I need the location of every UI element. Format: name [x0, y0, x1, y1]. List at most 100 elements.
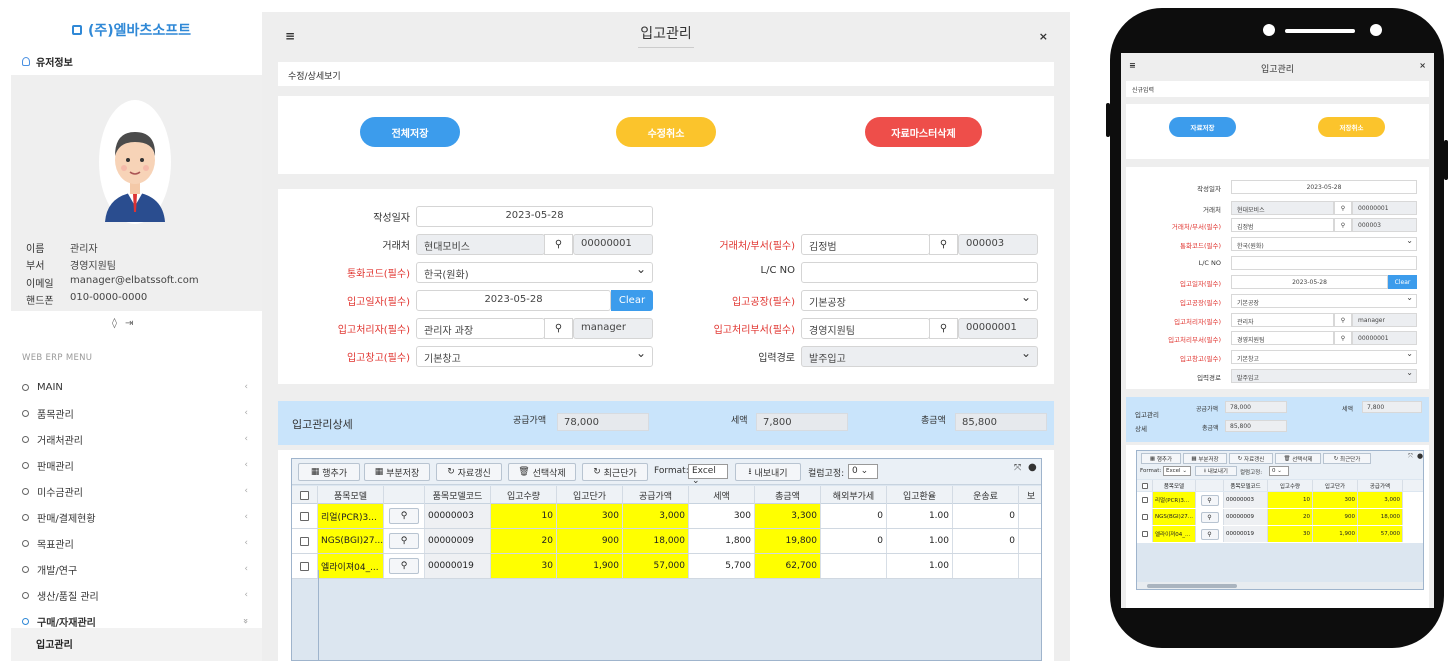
partial-save-button[interactable]: ▦ 부분저장 [364, 463, 430, 481]
cell-price[interactable]: 900 [557, 529, 623, 553]
phone-client-search[interactable]: ⚲ [1334, 201, 1352, 215]
cell-total[interactable]: 3,300 [755, 504, 821, 528]
cell-qty[interactable]: 30 [491, 554, 557, 578]
phone-export-button[interactable]: ⭳ 내보내기 [1195, 466, 1237, 476]
phone-client-dept-search[interactable]: ⚲ [1334, 218, 1352, 232]
cell-tax[interactable]: 5,700 [689, 554, 755, 578]
cell-overseas-vat[interactable] [821, 554, 887, 578]
table-row[interactable]: 리얼(PCR)3... ⚲ 00000003 10 300 3,000 300 … [292, 504, 1041, 529]
col-rate[interactable]: 입고환율 [887, 486, 953, 504]
cell-total[interactable]: 19,800 [755, 529, 821, 553]
phone-format-select[interactable]: Excel ⌄ [1163, 466, 1191, 476]
cell-overseas-vat[interactable]: 0 [821, 529, 887, 553]
col-model[interactable]: 품목모델 [318, 486, 384, 504]
phone-table-row[interactable]: NGS(BGI)27... ⚲ 00000009 20 900 18,000 [1137, 509, 1423, 526]
created-date-field[interactable]: 2023-05-28 [416, 206, 653, 227]
client-dept-search-button[interactable]: ⚲ [929, 234, 958, 255]
phone-cell-price[interactable]: 900 [1313, 509, 1358, 525]
route-select[interactable]: 발주입고 [801, 346, 1038, 367]
phone-add-row-button[interactable]: ▦ 행추가 [1141, 453, 1181, 464]
cancel-edit-button[interactable]: 수정취소 [616, 117, 716, 147]
delete-master-button[interactable]: 자료마스터삭제 [865, 117, 982, 147]
handler-dept-code-field[interactable]: 00000001 [958, 318, 1038, 339]
phone-cell-qty[interactable]: 10 [1268, 492, 1313, 508]
format-select[interactable]: Excel ⌄ [688, 464, 728, 486]
phone-col-price[interactable]: 입고단가 [1313, 480, 1358, 491]
phone-handler-code[interactable]: manager [1352, 313, 1417, 327]
handler-search-button[interactable]: ⚲ [544, 318, 573, 339]
cell-price[interactable]: 300 [557, 504, 623, 528]
row-search-button[interactable]: ⚲ [389, 558, 419, 574]
phone-cancel-button[interactable]: 저장취소 [1318, 117, 1385, 137]
phone-currency-select[interactable]: 한국(원화) [1231, 236, 1417, 251]
phone-handler-dept-code[interactable]: 00000001 [1352, 331, 1417, 345]
phone-handler-search[interactable]: ⚲ [1334, 313, 1352, 327]
phone-freeze-select[interactable]: 0 ⌄ [1269, 466, 1289, 476]
phone-cell-model[interactable]: 엘라이져04_... [1153, 526, 1196, 542]
cell-supply[interactable]: 3,000 [623, 504, 689, 528]
sidebar-item-clients[interactable]: 거래처관리 ‹ [22, 426, 250, 452]
col-qty[interactable]: 입고수량 [491, 486, 557, 504]
phone-minus-circle-icon[interactable]: ● [1417, 452, 1423, 460]
row-checkbox[interactable] [300, 561, 309, 571]
phone-col-code[interactable]: 품목모델코드 [1224, 480, 1268, 491]
cell-qty[interactable]: 20 [491, 529, 557, 553]
client-dept-name-field[interactable]: 김정범 [801, 234, 930, 255]
phone-cell-price[interactable]: 1,900 [1313, 526, 1358, 542]
col-supply[interactable]: 공급가액 [623, 486, 689, 504]
phone-cell-price[interactable]: 300 [1313, 492, 1358, 508]
phone-clear-button[interactable]: Clear [1388, 275, 1417, 289]
client-search-button[interactable]: ⚲ [544, 234, 573, 255]
phone-client-name[interactable]: 현대모비스 [1231, 201, 1334, 215]
col-overseas-vat[interactable]: 해외부가세 [821, 486, 887, 504]
phone-col-qty[interactable]: 입고수량 [1268, 480, 1313, 491]
phone-row-checkbox[interactable] [1141, 514, 1148, 520]
cell-rate[interactable]: 1.00 [887, 529, 953, 553]
phone-expand-icon[interactable]: ⤧ [1408, 453, 1413, 461]
table-row[interactable]: 엘라이져04_... ⚲ 00000019 30 1,900 57,000 5,… [292, 554, 1041, 579]
in-date-field[interactable]: 2023-05-28 [416, 290, 611, 311]
phone-cell-qty[interactable]: 30 [1268, 526, 1313, 542]
logout-icon[interactable]: ⇥ [125, 318, 133, 329]
phone-save-button[interactable]: 자료저장 [1169, 117, 1236, 137]
freeze-select[interactable]: 0 ⌄ [848, 464, 878, 479]
warehouse-select[interactable]: 기본창고 [416, 346, 653, 367]
cell-price[interactable]: 1,900 [557, 554, 623, 578]
col-tax[interactable]: 세액 [689, 486, 755, 504]
sidebar-item-sales[interactable]: 판매관리 ‹ [22, 452, 250, 478]
phone-client-dept-code[interactable]: 000003 [1352, 218, 1417, 232]
sidebar-item-sales-status[interactable]: 판매/결제현황 ‹ [22, 504, 250, 530]
col-more[interactable]: 보 [1019, 486, 1041, 504]
phone-in-date-field[interactable]: 2023-05-28 [1231, 275, 1388, 289]
client-code-field[interactable]: 00000001 [573, 234, 653, 255]
brand[interactable]: (주)엘바츠소프트 [72, 20, 191, 40]
phone-warehouse-select[interactable]: 기본창고 [1231, 349, 1417, 364]
phone-handler-name[interactable]: 관리자 [1231, 313, 1334, 327]
phone-client-dept-name[interactable]: 김정범 [1231, 218, 1334, 232]
handler-dept-search-button[interactable]: ⚲ [929, 318, 958, 339]
cell-freight[interactable]: 0 [953, 529, 1019, 553]
phone-row-checkbox[interactable] [1141, 497, 1148, 503]
handler-name-field[interactable]: 관리자 과장 [416, 318, 545, 339]
sidebar-item-goals[interactable]: 목표관리 ‹ [22, 530, 250, 556]
phone-refresh-button[interactable]: ↻ 자료갱신 [1229, 453, 1273, 464]
sidebar-item-production[interactable]: 생산/품질 관리 ‹ [22, 582, 250, 608]
col-freight[interactable]: 운송료 [953, 486, 1019, 504]
theme-icon[interactable]: ◊ [112, 318, 117, 329]
phone-client-code[interactable]: 00000001 [1352, 201, 1417, 215]
phone-col-model[interactable]: 품목모델 [1153, 480, 1196, 491]
client-name-field[interactable]: 현대모비스 [416, 234, 545, 255]
select-all-checkbox[interactable] [300, 490, 309, 500]
currency-select[interactable]: 한국(원화) [416, 262, 653, 283]
phone-created-date-field[interactable]: 2023-05-28 [1231, 180, 1417, 194]
phone-scroll-thumb[interactable] [1147, 584, 1237, 588]
lc-field[interactable] [801, 262, 1038, 283]
cell-rate[interactable]: 1.00 [887, 554, 953, 578]
sidebar-item-receivables[interactable]: 미수금관리 ‹ [22, 478, 250, 504]
phone-handler-dept-search[interactable]: ⚲ [1334, 331, 1352, 345]
col-price[interactable]: 입고단가 [557, 486, 623, 504]
phone-col-supply[interactable]: 공급가액 [1358, 480, 1403, 491]
sidebar-subitem-receiving[interactable]: 입고관리 [11, 628, 262, 661]
handler-code-field[interactable]: manager [573, 318, 653, 339]
cell-model[interactable]: 엘라이져04_... [318, 554, 384, 578]
